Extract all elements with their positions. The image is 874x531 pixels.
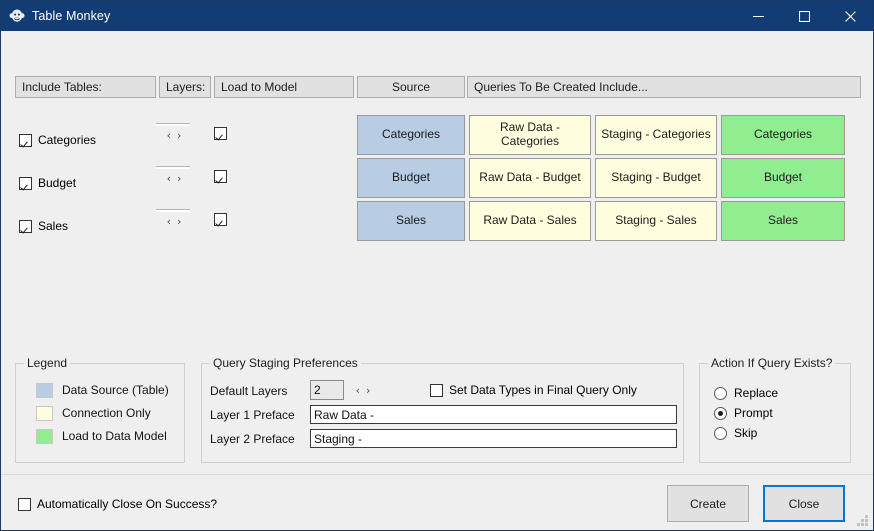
- legend-label-data-source: Data Source (Table): [62, 383, 169, 397]
- monkey-icon: [9, 8, 25, 24]
- query-staging-caption: Query Staging Preferences: [210, 356, 361, 370]
- header-queries-to-be-created: Queries To Be Created Include...: [467, 76, 861, 98]
- layers-value-budget: [156, 166, 190, 169]
- minimize-button[interactable]: [735, 1, 781, 31]
- default-layers-arrows[interactable]: ‹ ›: [344, 382, 382, 398]
- layers-value-categories: [156, 123, 190, 126]
- close-dialog-button[interactable]: Close: [763, 485, 845, 522]
- legend-caption: Legend: [24, 356, 71, 370]
- table-row-include-budget[interactable]: Budget: [19, 176, 76, 190]
- maximize-button[interactable]: [781, 1, 827, 31]
- radio-replace-indicator[interactable]: [714, 386, 727, 400]
- query-final-budget[interactable]: Budget: [721, 158, 845, 198]
- radio-option-replace[interactable]: Replace: [714, 386, 778, 400]
- radio-label-replace: Replace: [734, 386, 779, 400]
- layers-spinner-budget[interactable]: ‹ ›: [154, 166, 194, 188]
- layers-value-sales: [156, 209, 190, 212]
- set-data-types-label: Set Data Types in Final Query Only: [449, 383, 637, 397]
- query-source-budget[interactable]: Budget: [357, 158, 465, 198]
- table-monkey-window: Table Monkey Include Tables: Layers: Loa…: [0, 0, 874, 531]
- layers-arrows-categories[interactable]: ‹ ›: [154, 127, 194, 143]
- resize-grip[interactable]: [857, 515, 869, 527]
- header-load-to-model: Load to Model: [214, 76, 354, 98]
- chevron-right-icon[interactable]: ›: [177, 216, 181, 227]
- table-row-include-sales[interactable]: Sales: [19, 219, 68, 233]
- chevron-left-icon[interactable]: ‹: [356, 385, 360, 396]
- auto-close-label: Automatically Close On Success?: [37, 497, 218, 511]
- client-area: Include Tables: Layers: Load to Model So…: [1, 31, 873, 530]
- include-checkbox-categories[interactable]: [19, 133, 32, 147]
- query-layer1-categories[interactable]: Raw Data - Categories: [469, 115, 591, 155]
- default-layers-label: Default Layers: [210, 384, 288, 398]
- layer2-preface-label: Layer 2 Preface: [210, 432, 295, 446]
- query-final-categories[interactable]: Categories: [721, 115, 845, 155]
- default-layers-input[interactable]: 2: [310, 380, 344, 400]
- window-controls: [735, 1, 873, 31]
- include-checkbox-budget[interactable]: [19, 176, 32, 190]
- table-row-include-categories[interactable]: Categories: [19, 133, 96, 147]
- layer2-preface-input[interactable]: Staging -: [310, 429, 677, 448]
- titlebar: Table Monkey: [1, 1, 873, 31]
- close-button[interactable]: [827, 1, 873, 31]
- auto-close-checkbox[interactable]: [18, 497, 31, 511]
- legend-swatch-connection-only: [36, 406, 53, 421]
- legend-group: Legend Data Source (Table) Connection On…: [15, 356, 185, 463]
- header-source: Source: [357, 76, 465, 98]
- layers-arrows-budget[interactable]: ‹ ›: [154, 170, 194, 186]
- legend-label-load-to-data-model: Load to Data Model: [62, 429, 167, 443]
- default-layers-spinner[interactable]: ‹ ›: [344, 379, 382, 401]
- include-checkbox-sales[interactable]: [19, 219, 32, 233]
- set-data-types-row[interactable]: Set Data Types in Final Query Only: [430, 383, 637, 397]
- action-if-query-exists-group: Action If Query Exists? Replace Prompt S…: [699, 356, 851, 463]
- load-to-model-checkbox-sales[interactable]: [214, 213, 227, 226]
- radio-label-skip: Skip: [734, 426, 758, 440]
- chevron-left-icon[interactable]: ‹: [167, 130, 171, 141]
- chevron-right-icon[interactable]: ›: [366, 385, 370, 396]
- radio-option-prompt[interactable]: Prompt: [714, 406, 773, 420]
- layer1-preface-label: Layer 1 Preface: [210, 408, 295, 422]
- query-layer1-budget[interactable]: Raw Data - Budget: [469, 158, 591, 198]
- chevron-left-icon[interactable]: ‹: [167, 216, 171, 227]
- table-label-budget: Budget: [38, 176, 77, 190]
- layer1-preface-input[interactable]: Raw Data -: [310, 405, 677, 424]
- chevron-left-icon[interactable]: ‹: [167, 173, 171, 184]
- radio-prompt-indicator[interactable]: [714, 406, 727, 420]
- window-title: Table Monkey: [32, 9, 111, 23]
- legend-swatch-data-source: [36, 383, 53, 398]
- query-layer2-budget[interactable]: Staging - Budget: [595, 158, 717, 198]
- query-staging-preferences-group: Query Staging Preferences Default Layers…: [201, 356, 684, 463]
- footer-bar: Automatically Close On Success? Create C…: [1, 474, 873, 530]
- table-label-sales: Sales: [38, 219, 69, 233]
- query-layer1-sales[interactable]: Raw Data - Sales: [469, 201, 591, 241]
- radio-label-prompt: Prompt: [734, 406, 773, 420]
- load-to-model-checkbox-budget[interactable]: [214, 170, 227, 183]
- chevron-right-icon[interactable]: ›: [177, 173, 181, 184]
- header-layers: Layers:: [159, 76, 211, 98]
- auto-close-row[interactable]: Automatically Close On Success?: [18, 497, 217, 511]
- query-source-categories[interactable]: Categories: [357, 115, 465, 155]
- header-include-tables: Include Tables:: [15, 76, 156, 98]
- legend-swatch-load-to-data-model: [36, 429, 53, 444]
- radio-skip-indicator[interactable]: [714, 426, 727, 440]
- layers-spinner-categories[interactable]: ‹ ›: [154, 123, 194, 145]
- load-to-model-checkbox-categories[interactable]: [214, 127, 227, 140]
- query-layer2-sales[interactable]: Staging - Sales: [595, 201, 717, 241]
- legend-label-connection-only: Connection Only: [62, 406, 151, 420]
- chevron-right-icon[interactable]: ›: [177, 130, 181, 141]
- query-layer2-categories[interactable]: Staging - Categories: [595, 115, 717, 155]
- query-final-sales[interactable]: Sales: [721, 201, 845, 241]
- table-label-categories: Categories: [38, 133, 97, 147]
- set-data-types-checkbox[interactable]: [430, 383, 443, 397]
- radio-option-skip[interactable]: Skip: [714, 426, 757, 440]
- query-source-sales[interactable]: Sales: [357, 201, 465, 241]
- create-button[interactable]: Create: [667, 485, 749, 522]
- layers-arrows-sales[interactable]: ‹ ›: [154, 213, 194, 229]
- layers-spinner-sales[interactable]: ‹ ›: [154, 209, 194, 231]
- action-if-query-exists-caption: Action If Query Exists?: [708, 356, 836, 370]
